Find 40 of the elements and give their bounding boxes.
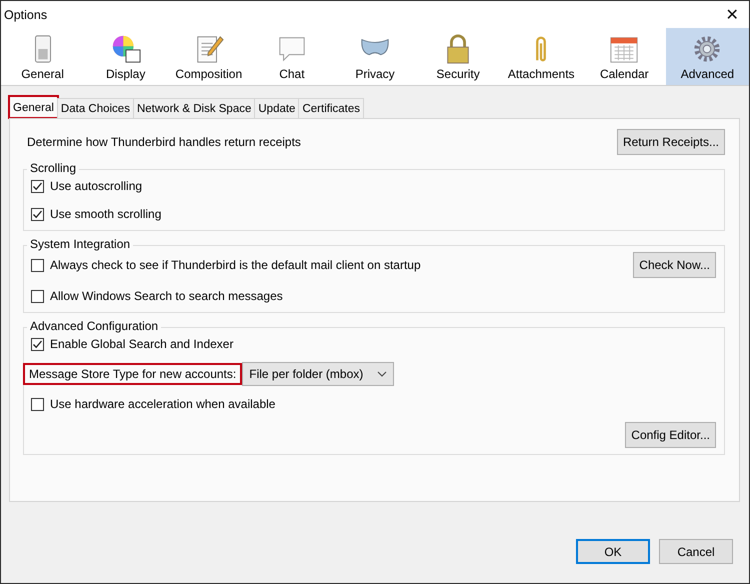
checkbox-label[interactable]: Enable Global Search and Indexer	[50, 337, 234, 351]
toolbar-tab[interactable]: Chat	[250, 28, 334, 85]
checkbox[interactable]	[31, 180, 44, 192]
checkbox[interactable]	[31, 338, 44, 350]
tab[interactable]: Data Choices	[56, 98, 134, 118]
config-editor-button[interactable]: Config Editor...	[625, 422, 716, 448]
description-text: Determine how Thunderbird handles return receipts	[27, 135, 301, 149]
toolbar-tab[interactable]: Security	[416, 28, 500, 85]
toolbar-tab[interactable]: Privacy	[333, 28, 417, 85]
group-title: Scrolling	[27, 161, 80, 175]
toolbar-tab[interactable]: Display	[84, 28, 168, 85]
close-button[interactable]: ✕	[717, 4, 747, 24]
color-wheel-icon	[110, 34, 141, 64]
checkbox-label[interactable]: Always check to see if Thunderbird is the default mail client on startup	[50, 258, 421, 272]
toolbar-tab[interactable]: Attachments	[500, 28, 583, 85]
return-receipts-button[interactable]: Return Receipts...	[616, 129, 725, 155]
caret-icon	[377, 371, 388, 377]
tab[interactable]: Certificates	[298, 98, 364, 118]
toolbar-tab[interactable]: General	[1, 28, 84, 85]
checkbox-label[interactable]: Use hardware acceleration when available	[50, 397, 276, 411]
checkbox-label[interactable]: Allow Windows Search to search messages	[50, 289, 283, 303]
group-title: System Integration	[27, 237, 134, 251]
checkbox[interactable]	[31, 290, 44, 302]
toolbar-tab[interactable]: Advanced	[666, 28, 749, 85]
group-title: Advanced Configuration	[27, 319, 162, 333]
gear-icon	[692, 34, 722, 64]
store-type-dropdown[interactable]: File per folder (mbox)	[242, 362, 394, 386]
dialog-button[interactable]: Cancel	[659, 539, 733, 564]
check-now-button[interactable]: Check Now...	[633, 252, 716, 278]
checkbox[interactable]	[31, 258, 44, 272]
checkbox-label[interactable]: Use autoscrolling	[50, 179, 142, 193]
tab[interactable]: General	[9, 96, 58, 118]
toolbar-tab[interactable]: Calendar	[582, 28, 666, 85]
field-label: Message Store Type for new accounts:	[23, 363, 242, 385]
checkbox[interactable]	[31, 208, 44, 220]
window-title: Options	[4, 8, 48, 22]
toolbar-tab[interactable]: Composition	[167, 28, 250, 85]
dialog-button[interactable]: OK	[576, 539, 650, 564]
checkbox-label[interactable]: Use smooth scrolling	[50, 207, 162, 221]
checkbox[interactable]	[31, 398, 44, 410]
